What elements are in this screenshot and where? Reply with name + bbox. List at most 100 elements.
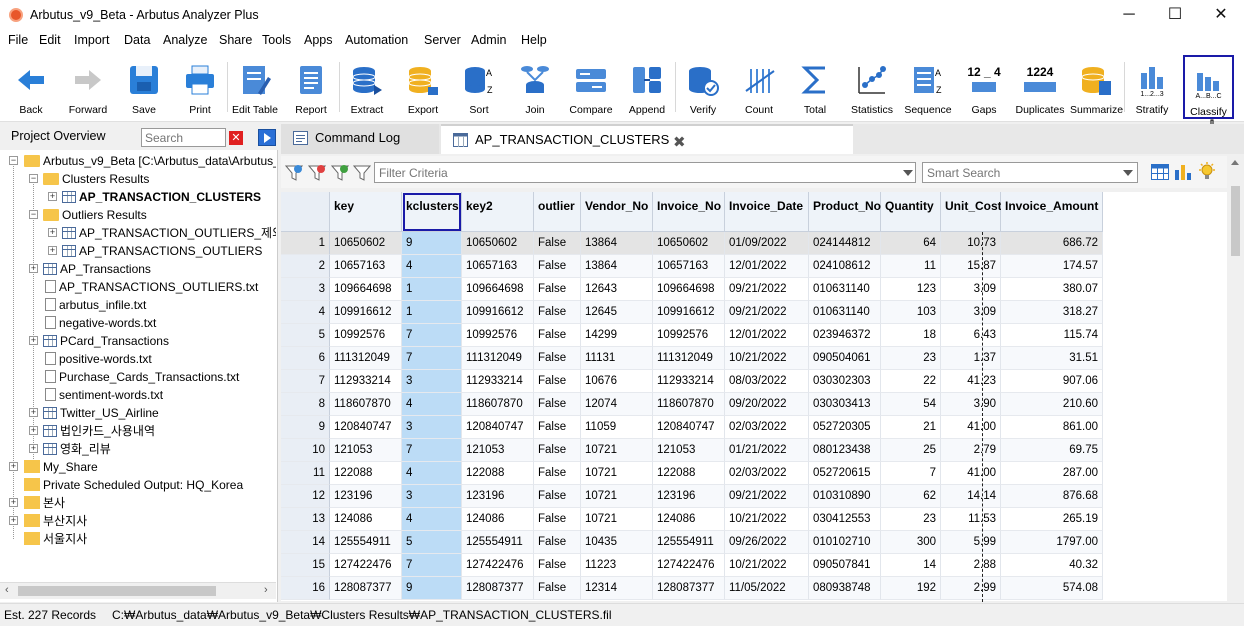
cell-unit-cost[interactable]: 1.37	[941, 347, 1001, 370]
cell-product-no[interactable]: 052720305	[809, 416, 881, 439]
cell-kclusters[interactable]: 7	[402, 347, 462, 370]
summarize-button[interactable]: Summarize	[1070, 55, 1123, 119]
cell-kclusters[interactable]: 5	[402, 531, 462, 554]
filter-remove-icon[interactable]	[308, 164, 326, 182]
cell-key[interactable]: 10657163	[330, 255, 402, 278]
cell-vendor-no[interactable]: 12645	[581, 301, 653, 324]
cell-invoice-no[interactable]: 127422476	[653, 554, 725, 577]
menu-admin[interactable]: Admin	[471, 33, 506, 47]
tree-item-my-share[interactable]: My_Share	[24, 458, 98, 476]
tree-item-sentiment-words[interactable]: sentiment-words.txt	[45, 386, 163, 404]
cell-key2[interactable]: 120840747	[462, 416, 534, 439]
row-number[interactable]: 11	[281, 462, 330, 485]
table-row[interactable]: 12 123196 3 123196 False 10721 123196 09/21/202…	[281, 485, 1103, 508]
cell-key2[interactable]: 111312049	[462, 347, 534, 370]
tree-horizontal-scrollbar[interactable]: ‹ ›	[0, 582, 276, 599]
cell-invoice-no[interactable]: 120840747	[653, 416, 725, 439]
cell-invoice-amount[interactable]: 265.19	[1001, 508, 1103, 531]
cell-key[interactable]: 124086	[330, 508, 402, 531]
cell-key2[interactable]: 121053	[462, 439, 534, 462]
gaps-button[interactable]: 12 _ 4 Gaps	[960, 55, 1008, 119]
column-header-invoice-amount[interactable]: Invoice_Amount	[1001, 192, 1103, 232]
cell-invoice-date[interactable]: 02/03/2022	[725, 416, 809, 439]
cell-key[interactable]: 127422476	[330, 554, 402, 577]
cell-unit-cost[interactable]: 11.53	[941, 508, 1001, 531]
filter-criteria-input[interactable]	[374, 162, 916, 183]
cell-invoice-date[interactable]: 02/03/2022	[725, 462, 809, 485]
cell-kclusters[interactable]: 3	[402, 485, 462, 508]
column-header-key[interactable]: key	[330, 192, 402, 232]
menu-tools[interactable]: Tools	[262, 33, 291, 47]
cell-product-no[interactable]: 010102710	[809, 531, 881, 554]
cell-quantity[interactable]: 300	[881, 531, 941, 554]
cell-key[interactable]: 111312049	[330, 347, 402, 370]
cell-vendor-no[interactable]: 12074	[581, 393, 653, 416]
filter-icon[interactable]	[353, 164, 371, 182]
column-header-product-no[interactable]: Product_No	[809, 192, 881, 232]
scroll-left-icon[interactable]: ‹	[5, 584, 9, 596]
cell-outlier[interactable]: False	[534, 531, 581, 554]
cell-vendor-no[interactable]: 10676	[581, 370, 653, 393]
filter-dropdown-chevron-icon[interactable]	[903, 170, 913, 176]
cell-unit-cost[interactable]: 15.87	[941, 255, 1001, 278]
expand-toggle[interactable]: +	[29, 426, 38, 435]
column-header-key2[interactable]: key2	[462, 192, 534, 232]
tree-item-movie-review[interactable]: 영화_리뷰	[43, 440, 111, 458]
cell-key[interactable]: 109664698	[330, 278, 402, 301]
expand-toggle[interactable]: +	[29, 444, 38, 453]
cell-kclusters[interactable]: 1	[402, 301, 462, 324]
cell-invoice-amount[interactable]: 380.07	[1001, 278, 1103, 301]
cell-quantity[interactable]: 123	[881, 278, 941, 301]
row-number[interactable]: 10	[281, 439, 330, 462]
cell-product-no[interactable]: 090504061	[809, 347, 881, 370]
expand-toggle[interactable]: +	[48, 192, 57, 201]
cell-quantity[interactable]: 22	[881, 370, 941, 393]
cell-product-no[interactable]: 030303413	[809, 393, 881, 416]
cell-vendor-no[interactable]: 11059	[581, 416, 653, 439]
cell-key[interactable]: 121053	[330, 439, 402, 462]
cell-kclusters[interactable]: 4	[402, 462, 462, 485]
column-header-invoice-date[interactable]: Invoice_Date	[725, 192, 809, 232]
cell-quantity[interactable]: 18	[881, 324, 941, 347]
tree-item-project-root[interactable]: Arbutus_v9_Beta [C:\Arbutus_data\Arbutus…	[24, 152, 276, 170]
cell-key2[interactable]: 127422476	[462, 554, 534, 577]
cell-invoice-date[interactable]: 01/09/2022	[725, 232, 809, 255]
expand-toggle[interactable]: +	[29, 264, 38, 273]
lightbulb-icon[interactable]	[1198, 162, 1216, 182]
menu-file[interactable]: File	[8, 33, 28, 47]
row-number[interactable]: 6	[281, 347, 330, 370]
edit-table-button[interactable]: Edit Table	[230, 55, 280, 119]
cell-invoice-no[interactable]: 10657163	[653, 255, 725, 278]
tree-item-twitter-us-airline[interactable]: Twitter_US_Airline	[43, 404, 159, 422]
cell-unit-cost[interactable]: 3.90	[941, 393, 1001, 416]
cell-invoice-amount[interactable]: 1797.00	[1001, 531, 1103, 554]
cell-unit-cost[interactable]: 10.73	[941, 232, 1001, 255]
grid-corner[interactable]	[281, 192, 330, 232]
smart-search-chevron-icon[interactable]	[1123, 170, 1133, 176]
cell-invoice-no[interactable]: 123196	[653, 485, 725, 508]
cell-quantity[interactable]: 25	[881, 439, 941, 462]
cell-invoice-amount[interactable]: 40.32	[1001, 554, 1103, 577]
cell-product-no[interactable]: 030302303	[809, 370, 881, 393]
cell-invoice-date[interactable]: 09/26/2022	[725, 531, 809, 554]
table-row[interactable]: 2 10657163 4 10657163 False 13864 10657163 12/0…	[281, 255, 1103, 278]
cell-outlier[interactable]: False	[534, 485, 581, 508]
cell-kclusters[interactable]: 1	[402, 278, 462, 301]
tree-item-outliers-results[interactable]: Outliers Results	[43, 206, 147, 224]
cell-product-no[interactable]: 090507841	[809, 554, 881, 577]
cell-unit-cost[interactable]: 3.09	[941, 278, 1001, 301]
cell-product-no[interactable]: 052720615	[809, 462, 881, 485]
table-row[interactable]: 8 118607870 4 118607870 False 12074 118607870 0…	[281, 393, 1103, 416]
cell-key2[interactable]: 10657163	[462, 255, 534, 278]
cell-invoice-date[interactable]: 09/20/2022	[725, 393, 809, 416]
expand-toggle[interactable]: +	[29, 408, 38, 417]
cell-invoice-no[interactable]: 122088	[653, 462, 725, 485]
cell-kclusters[interactable]: 9	[402, 232, 462, 255]
cell-invoice-date[interactable]: 12/01/2022	[725, 324, 809, 347]
table-row[interactable]: 3 109664698 1 109664698 False 12643 109664698 0…	[281, 278, 1103, 301]
cell-product-no[interactable]: 024144812	[809, 232, 881, 255]
column-header-kclusters[interactable]: kclusters	[402, 192, 462, 232]
menu-edit[interactable]: Edit	[39, 33, 61, 47]
cell-invoice-no[interactable]: 121053	[653, 439, 725, 462]
cell-vendor-no[interactable]: 11131	[581, 347, 653, 370]
